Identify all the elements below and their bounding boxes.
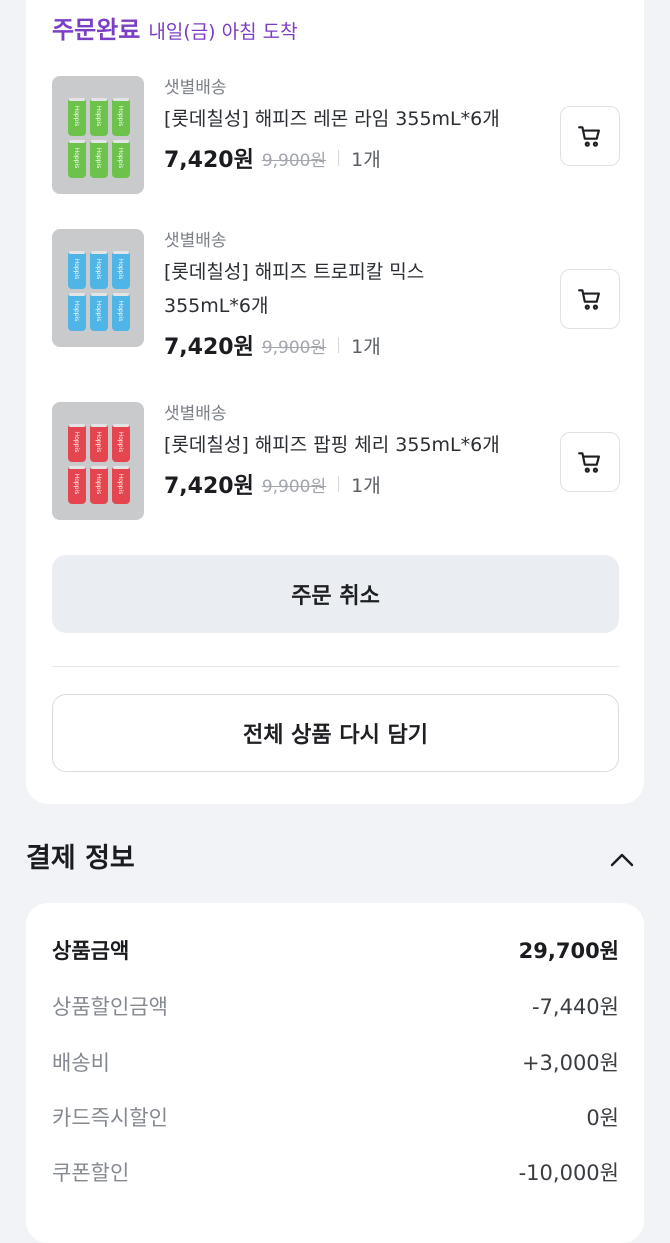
svg-text:Hoppis: Hoppis [95,148,102,169]
product-image[interactable]: Hoppis Hoppis Hoppis Hoppis Hoppis Hoppis [52,402,144,520]
payment-label: 상품금액 [52,939,130,963]
payment-row: 쿠폰할인 -10,000원 [52,1152,619,1192]
svg-text:Hoppis: Hoppis [73,301,80,322]
product-name[interactable]: [롯데칠성] 해피즈 트로피칼 믹스 355mL*6개 [164,255,464,323]
order-item: Hoppis Hoppis Hoppis Hoppis Hoppis Hoppis 샛별배… [52,229,620,360]
divider [338,150,340,166]
svg-text:Hoppis: Hoppis [117,474,124,495]
add-to-cart-button[interactable] [560,269,620,329]
delivery-type: 샛별배송 [164,404,227,424]
payment-label: 쿠폰할인 [52,1161,130,1185]
svg-text:Hoppis: Hoppis [95,432,102,453]
svg-text:Hoppis: Hoppis [73,259,80,280]
svg-text:Hoppis: Hoppis [95,259,102,280]
cart-icon [578,126,600,147]
sale-price: 7,420원 [164,148,254,173]
divider [52,666,619,667]
quantity: 1개 [351,335,381,358]
svg-text:Hoppis: Hoppis [95,301,102,322]
svg-text:Hoppis: Hoppis [117,259,124,280]
payment-value: -7,440원 [531,995,619,1019]
svg-text:Hoppis: Hoppis [117,148,124,169]
svg-text:Hoppis: Hoppis [73,106,80,127]
payment-value: -10,000원 [518,1161,619,1185]
svg-text:Hoppis: Hoppis [73,432,80,453]
order-header: 주문완료 내일(금) 아침 도착 [52,10,298,46]
add-to-cart-button[interactable] [560,432,620,492]
svg-text:Hoppis: Hoppis [95,474,102,495]
cart-icon [578,289,600,310]
delivery-type: 샛별배송 [164,78,227,98]
sale-price: 7,420원 [164,335,254,360]
product-image[interactable]: Hoppis Hoppis Hoppis Hoppis Hoppis Hoppis [52,76,144,194]
chevron-up-icon [610,853,634,867]
payment-label: 카드즉시할인 [52,1106,168,1130]
payment-section-title: 결제 정보 [26,843,135,874]
payment-row: 카드즉시할인 0원 [52,1097,619,1137]
order-item: Hoppis Hoppis Hoppis Hoppis Hoppis Hoppis 샛별배… [52,402,620,522]
quantity: 1개 [351,148,381,171]
payment-row: 상품할인금액 -7,440원 [52,986,619,1026]
payment-label: 상품할인금액 [52,995,168,1019]
readd-all-button[interactable]: 전체 상품 다시 담기 [52,694,619,772]
add-to-cart-button[interactable] [560,106,620,166]
cart-icon [578,452,600,473]
divider [338,476,340,492]
payment-value: 29,700원 [518,939,619,963]
payment-label: 배송비 [52,1051,110,1075]
delivery-type: 샛별배송 [164,231,227,251]
original-price: 9,900원 [261,337,327,358]
product-image[interactable]: Hoppis Hoppis Hoppis Hoppis Hoppis Hoppis [52,229,144,347]
svg-text:Hoppis: Hoppis [95,106,102,127]
product-name[interactable]: [롯데칠성] 해피즈 팝핑 체리 355mL*6개 [164,428,544,462]
original-price: 9,900원 [261,150,327,171]
sale-price: 7,420원 [164,474,254,499]
payment-value: +3,000원 [521,1051,619,1075]
svg-text:Hoppis: Hoppis [117,106,124,127]
arrival-info: 내일(금) 아침 도착 [148,21,298,43]
payment-value: 0원 [586,1106,619,1130]
svg-text:Hoppis: Hoppis [117,301,124,322]
svg-text:Hoppis: Hoppis [117,432,124,453]
svg-text:Hoppis: Hoppis [73,148,80,169]
payment-row: 상품금액 29,700원 [52,930,619,970]
quantity: 1개 [351,474,381,497]
divider [338,337,340,353]
payment-row: 배송비 +3,000원 [52,1042,619,1082]
product-name[interactable]: [롯데칠성] 해피즈 레몬 라임 355mL*6개 [164,102,544,136]
original-price: 9,900원 [261,476,327,497]
collapse-button[interactable] [604,845,640,875]
svg-text:Hoppis: Hoppis [73,474,80,495]
order-item: Hoppis Hoppis Hoppis Hoppis Hoppis Hoppis 샛별배… [52,76,620,196]
order-status: 주문완료 [52,16,141,44]
cancel-order-button[interactable]: 주문 취소 [52,555,619,633]
